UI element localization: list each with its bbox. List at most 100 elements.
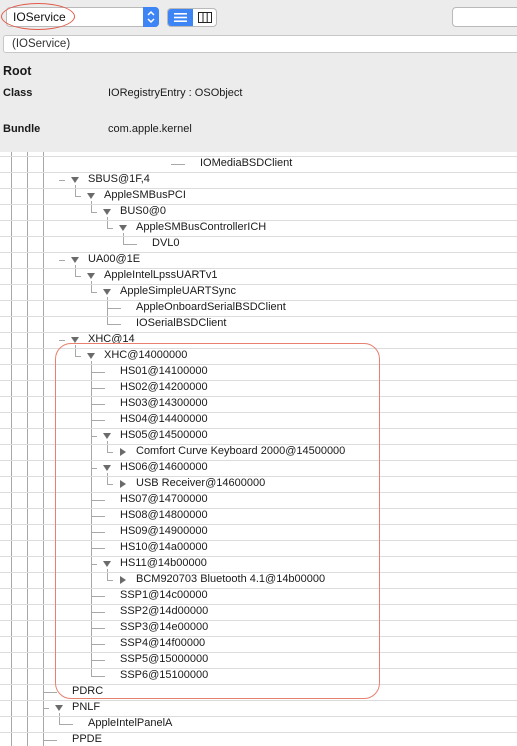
tree-connector — [107, 324, 121, 325]
disclosure-expanded-icon[interactable] — [103, 560, 111, 568]
tree-connector — [91, 564, 97, 565]
row-separator — [0, 332, 517, 333]
disclosure-expanded-icon[interactable] — [87, 272, 95, 280]
tree-node-label[interactable]: AppleSMBusPCI — [104, 189, 186, 201]
row-separator — [0, 380, 517, 381]
bundle-label: Bundle — [3, 123, 41, 135]
tree-connector — [91, 436, 97, 437]
tree-connector — [107, 580, 113, 581]
row-separator — [0, 428, 517, 429]
row-separator — [0, 716, 517, 717]
select-stepper-icon[interactable] — [143, 7, 159, 27]
tree-connector — [91, 516, 105, 517]
tree-node-label[interactable]: IOMediaBSDClient — [200, 157, 292, 169]
tree-node-label[interactable]: SSP2@14d00000 — [120, 605, 208, 617]
tree-node-label[interactable]: SSP5@15000000 — [120, 653, 208, 665]
tree-connector — [91, 500, 105, 501]
tree-connector — [91, 628, 105, 629]
row-separator — [0, 524, 517, 525]
tree-connector — [107, 452, 113, 453]
row-separator — [0, 252, 517, 253]
tree-node-label[interactable]: HS11@14b00000 — [120, 557, 207, 569]
row-separator — [0, 588, 517, 589]
tree-node-label[interactable]: USB Receiver@14600000 — [136, 477, 265, 489]
disclosure-expanded-icon[interactable] — [103, 464, 111, 472]
disclosure-expanded-icon[interactable] — [103, 432, 111, 440]
tree-node-label[interactable]: BCM920703 Bluetooth 4.1@14b00000 — [136, 573, 325, 585]
tree-node-label[interactable]: PDRC — [72, 685, 103, 697]
tree-connector — [91, 388, 105, 389]
tree-node-label[interactable]: AppleSimpleUARTSync — [120, 285, 236, 297]
tree-connector — [107, 308, 121, 309]
tree-branch-line — [75, 265, 76, 276]
disclosure-expanded-icon[interactable] — [71, 256, 79, 264]
tree-node-label[interactable]: SBUS@1F,4 — [88, 173, 150, 185]
row-separator — [0, 668, 517, 669]
disclosure-collapsed-icon[interactable] — [119, 576, 127, 584]
row-separator — [0, 540, 517, 541]
tree-connector — [171, 164, 185, 165]
tree-branch-line — [59, 713, 60, 724]
tree-connector — [91, 468, 97, 469]
tree-node-label[interactable]: HS05@14500000 — [120, 429, 208, 441]
column-view-button[interactable] — [193, 9, 216, 26]
tree-node-label[interactable]: HS09@14900000 — [120, 525, 208, 537]
path-field[interactable]: (IOService) — [3, 35, 517, 53]
tree-connector — [91, 532, 105, 533]
tree-branch-line — [107, 473, 108, 484]
tree-node-label[interactable]: HS06@14600000 — [120, 461, 208, 473]
tree-node-label[interactable]: SSP1@14c00000 — [120, 589, 208, 601]
tree-node-label[interactable]: BUS0@0 — [120, 205, 166, 217]
tree-node-label[interactable]: AppleIntelLpssUARTv1 — [104, 269, 218, 281]
tree-connector — [75, 356, 81, 357]
tree-node-label[interactable]: XHC@14 — [88, 333, 135, 345]
tree-node-label[interactable]: PNLF — [72, 701, 100, 713]
tree-node-label[interactable]: HS01@14100000 — [120, 365, 208, 377]
toolbar: IOService — [0, 0, 517, 35]
disclosure-expanded-icon[interactable] — [71, 336, 79, 344]
view-mode-control[interactable] — [167, 8, 217, 27]
tree-node-label[interactable]: HS08@14800000 — [120, 509, 208, 521]
registry-tree[interactable]: IOMediaBSDClient SBUS@1F,4 AppleSMBusPCI BU… — [0, 152, 517, 746]
tree-node-label[interactable]: HS10@14a00000 — [120, 541, 208, 553]
disclosure-collapsed-icon[interactable] — [119, 480, 127, 488]
tree-node-label[interactable]: PPDE — [72, 733, 102, 745]
row-separator — [0, 396, 517, 397]
column-view-icon — [198, 12, 212, 23]
tree-node-label[interactable]: XHC@14000000 — [104, 349, 187, 361]
tree-branch-line — [91, 281, 92, 292]
disclosure-expanded-icon[interactable] — [87, 192, 95, 200]
disclosure-expanded-icon[interactable] — [71, 176, 79, 184]
tree-node-label[interactable]: Comfort Curve Keyboard 2000@14500000 — [136, 445, 345, 457]
row-separator — [0, 652, 517, 653]
tree-node-label[interactable]: SSP3@14e00000 — [120, 621, 208, 633]
row-separator — [0, 204, 517, 205]
tree-node-label[interactable]: SSP4@14f00000 — [120, 637, 205, 649]
row-separator — [0, 604, 517, 605]
tree-connector — [91, 420, 105, 421]
plane-select[interactable]: IOService — [6, 7, 159, 27]
disclosure-collapsed-icon[interactable] — [119, 448, 127, 456]
tree-node-label[interactable]: DVL0 — [152, 237, 180, 249]
tree-node-label[interactable]: HS03@14300000 — [120, 397, 208, 409]
tree-node-label[interactable]: AppleOnboardSerialBSDClient — [136, 301, 286, 313]
disclosure-expanded-icon[interactable] — [87, 352, 95, 360]
tree-node-label[interactable]: HS07@14700000 — [120, 493, 208, 505]
tree-connector — [123, 244, 137, 245]
disclosure-expanded-icon[interactable] — [55, 704, 63, 712]
disclosure-expanded-icon[interactable] — [103, 288, 111, 296]
disclosure-expanded-icon[interactable] — [103, 208, 111, 216]
bundle-value: com.apple.kernel — [108, 123, 192, 135]
search-input[interactable] — [452, 7, 517, 27]
tree-node-label[interactable]: IOSerialBSDClient — [136, 317, 226, 329]
tree-node-label[interactable]: AppleIntelPanelA — [88, 717, 172, 729]
row-separator — [0, 508, 517, 509]
tree-node-label[interactable]: HS02@14200000 — [120, 381, 208, 393]
tree-node-label[interactable]: HS04@14400000 — [120, 413, 208, 425]
tree-connector — [75, 276, 81, 277]
tree-node-label[interactable]: SSP6@15100000 — [120, 669, 208, 681]
tree-node-label[interactable]: UA00@1E — [88, 253, 140, 265]
list-view-button[interactable] — [168, 9, 193, 26]
disclosure-expanded-icon[interactable] — [119, 224, 127, 232]
tree-node-label[interactable]: AppleSMBusControllerICH — [136, 221, 266, 233]
